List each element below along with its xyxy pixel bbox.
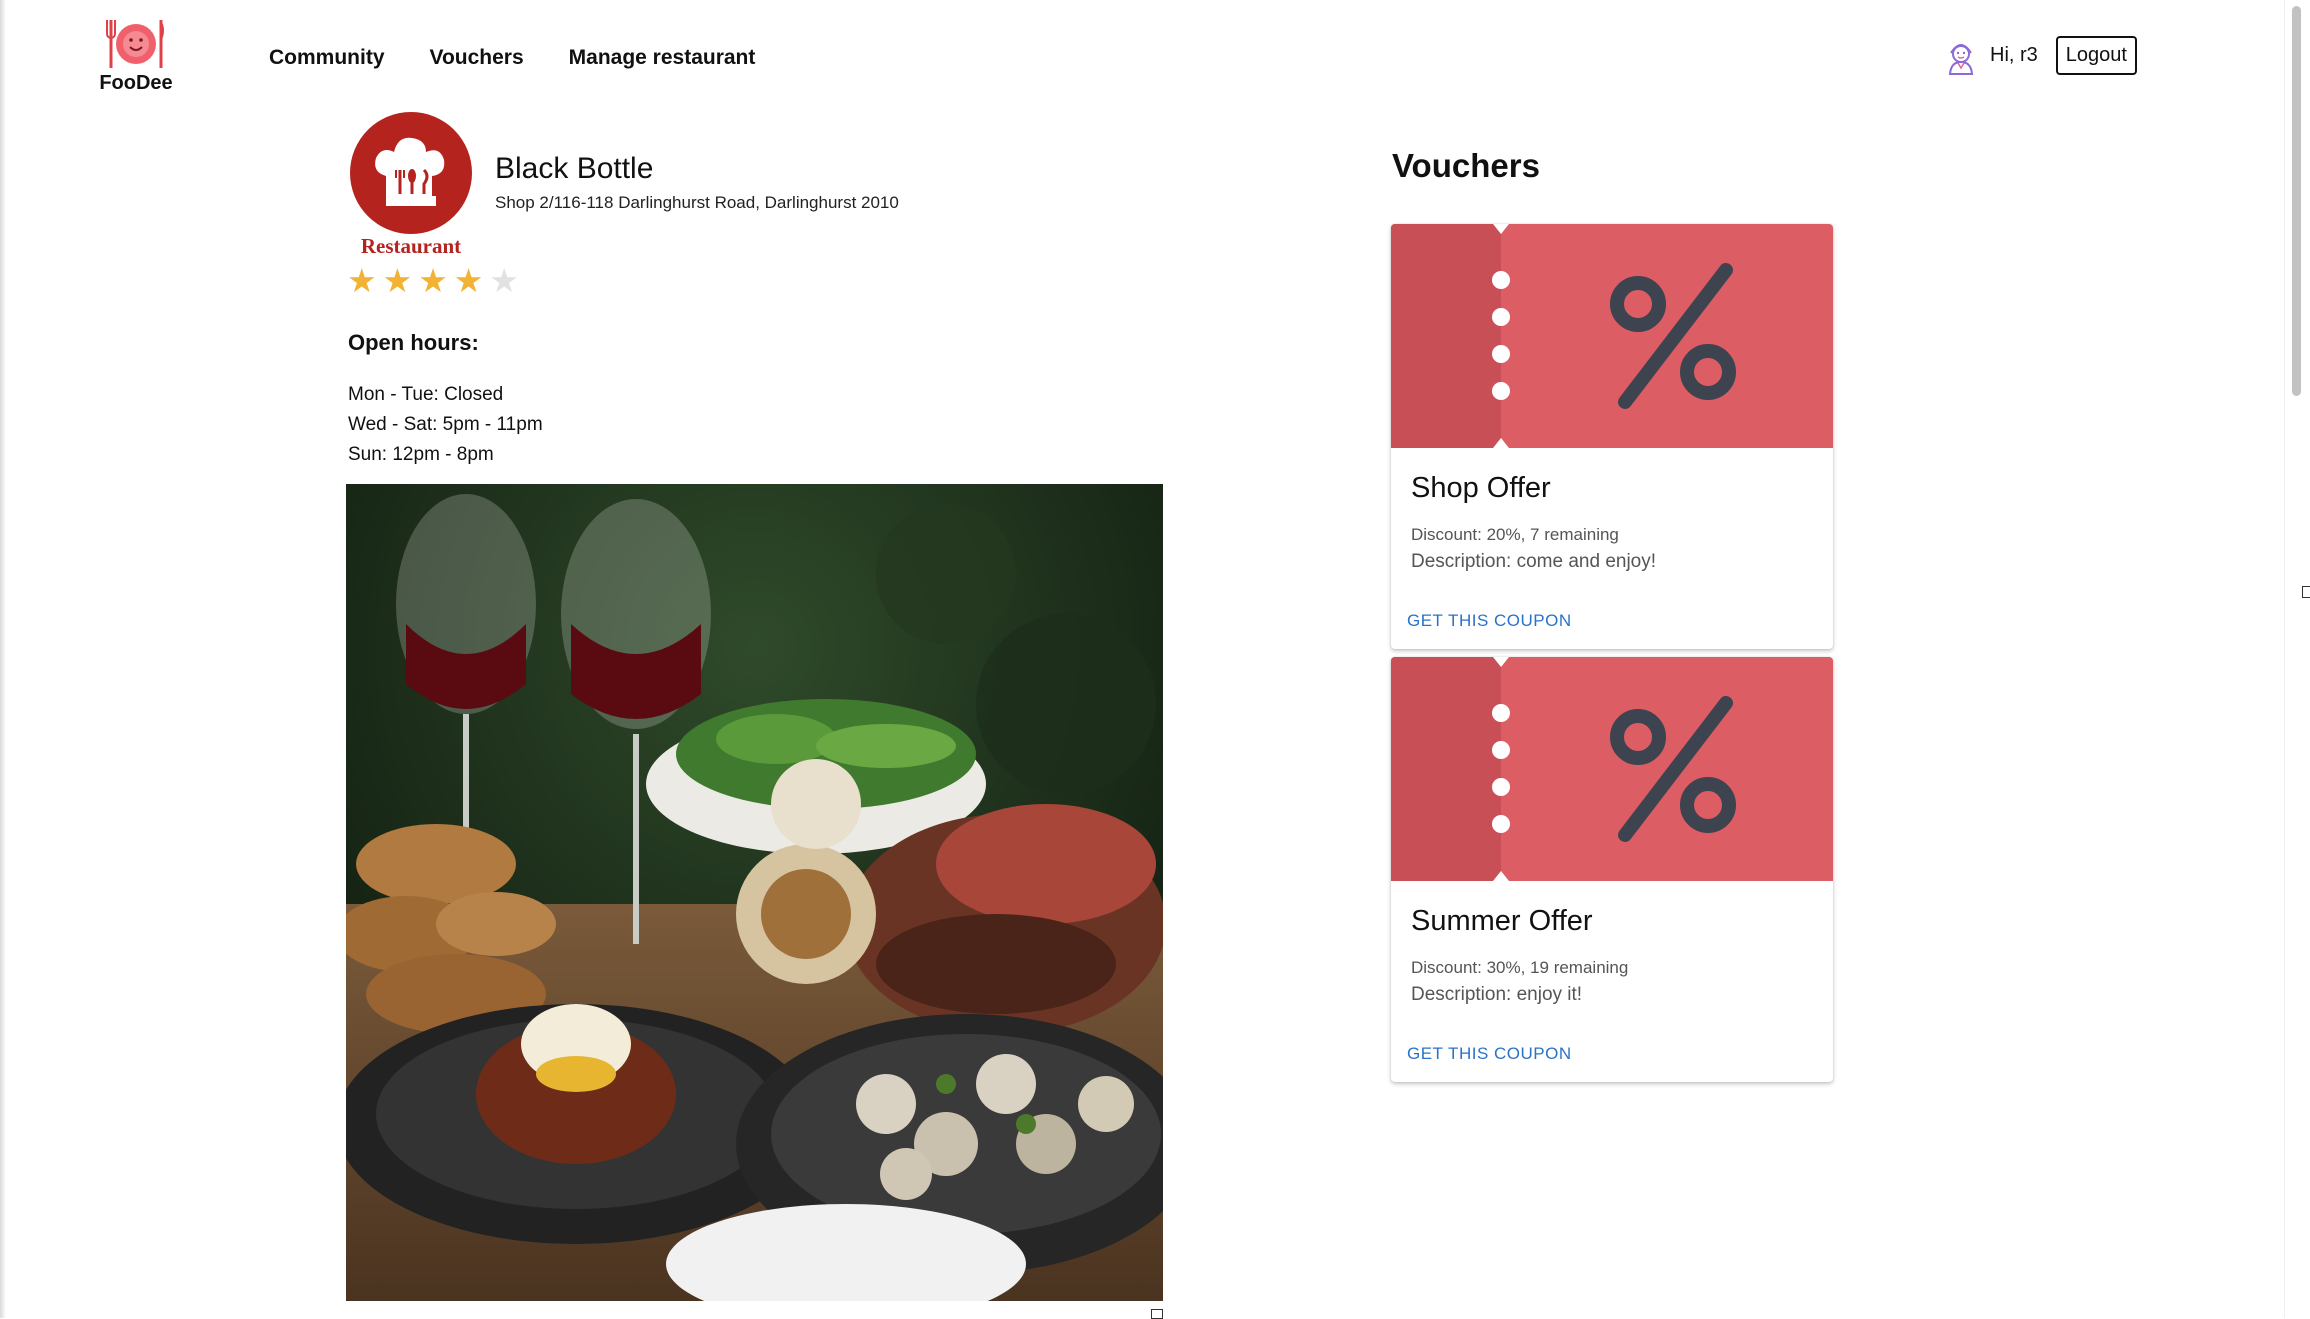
scrollbar-thumb[interactable] bbox=[2292, 6, 2301, 396]
voucher-name: Shop Offer bbox=[1411, 472, 1551, 504]
percent-ticket-icon bbox=[1391, 657, 1833, 881]
chef-hat-icon bbox=[350, 112, 472, 234]
rating-stars: ★ ★ ★ ★ ★ bbox=[347, 264, 519, 297]
voucher-discount: Discount: 20%, 7 remaining bbox=[1411, 525, 1619, 544]
get-coupon-button[interactable]: GET THIS COUPON bbox=[1407, 1044, 1572, 1064]
restaurant-food-photo bbox=[346, 484, 1163, 1301]
voucher-discount: Discount: 30%, 19 remaining bbox=[1411, 958, 1629, 977]
voucher-description: Description: come and enjoy! bbox=[1411, 551, 1657, 572]
star-icon: ★ bbox=[418, 262, 448, 299]
percent-ticket-icon bbox=[1391, 224, 1833, 448]
star-icon: ★ bbox=[453, 262, 484, 299]
get-coupon-button[interactable]: GET THIS COUPON bbox=[1407, 611, 1572, 631]
star-icon: ★ bbox=[347, 262, 377, 299]
voucher-card: Shop Offer Discount: 20%, 7 remaining De… bbox=[1391, 224, 1833, 649]
hours-line: Sun: 12pm - 8pm bbox=[348, 444, 494, 465]
logout-button[interactable]: Logout bbox=[2055, 36, 2137, 75]
restaurant-address: Shop 2/116-118 Darlinghurst Road, Darlin… bbox=[495, 193, 899, 212]
star-icon: ★ bbox=[382, 262, 413, 299]
restaurant-name: Black Bottle bbox=[495, 152, 654, 185]
vouchers-title: Vouchers bbox=[1392, 147, 1540, 184]
voucher-name: Summer Offer bbox=[1411, 905, 1593, 937]
hours-line: Mon - Tue: Closed bbox=[348, 384, 504, 405]
user-greeting: Hi, r3 bbox=[1990, 44, 2038, 66]
star-icon: ★ bbox=[489, 262, 519, 299]
open-hours-list: Mon - Tue: Closed Wed - Sat: 5pm - 11pm … bbox=[348, 380, 543, 470]
nav-community[interactable]: Community bbox=[269, 46, 385, 70]
main-nav: Community Vouchers Manage restaurant bbox=[269, 46, 755, 70]
window-edge-shadow bbox=[0, 0, 6, 1318]
hours-line: Wed - Sat: 5pm - 11pm bbox=[348, 414, 543, 435]
open-hours-title: Open hours: bbox=[348, 330, 479, 355]
user-avatar-icon[interactable] bbox=[1946, 37, 1976, 75]
restaurant-logo-text: Restaurant bbox=[360, 234, 462, 258]
foodee-logo[interactable]: FooDee bbox=[94, 18, 178, 95]
nav-manage-restaurant[interactable]: Manage restaurant bbox=[569, 46, 756, 70]
voucher-description: Description: enjoy it! bbox=[1411, 984, 1583, 1005]
restaurant-logo: Restaurant bbox=[346, 112, 476, 259]
nav-vouchers[interactable]: Vouchers bbox=[430, 46, 524, 70]
brand-name: FooDee bbox=[99, 72, 173, 94]
voucher-card: Summer Offer Discount: 30%, 19 remaining… bbox=[1391, 657, 1833, 1082]
resize-handle-right[interactable] bbox=[2302, 586, 2310, 598]
user-menu: Hi, r3 Logout bbox=[1946, 36, 2137, 75]
plate-icon bbox=[106, 20, 164, 68]
